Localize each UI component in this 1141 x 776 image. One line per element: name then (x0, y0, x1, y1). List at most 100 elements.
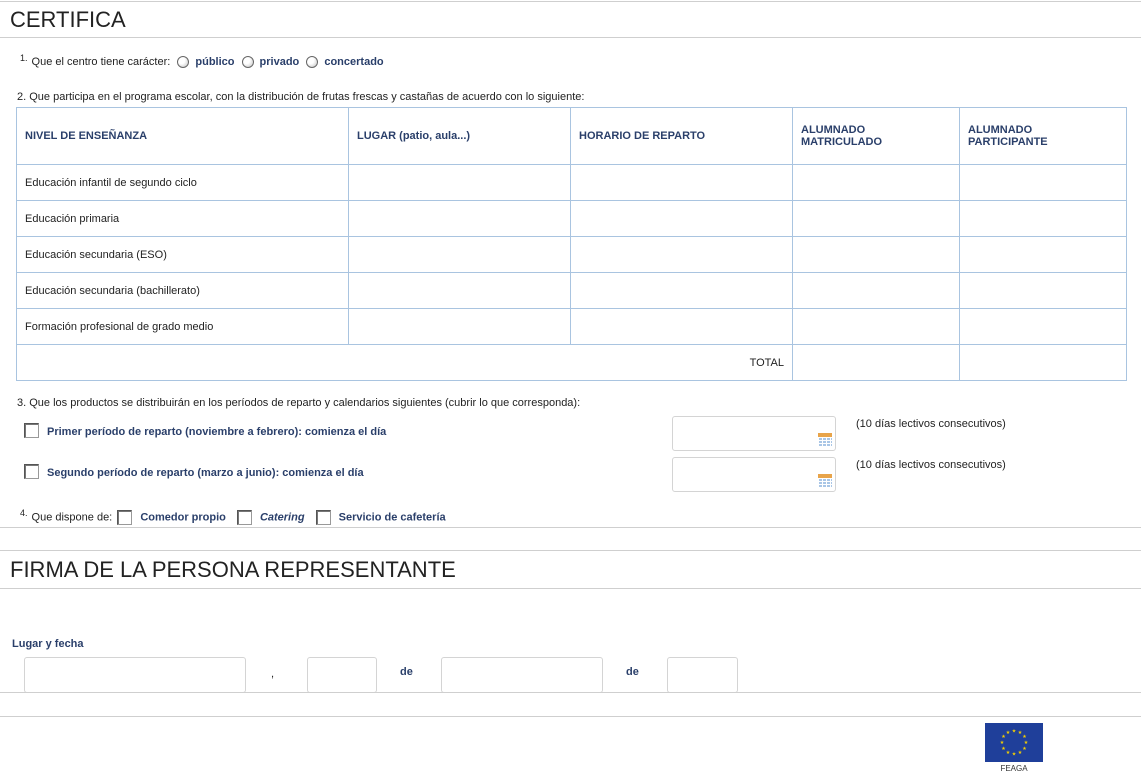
table-row: Formación profesional de grado medio (16, 308, 1127, 345)
lugar-input[interactable] (348, 236, 571, 273)
feaga-caption: FEAGA (1000, 764, 1028, 773)
period-1-date-input[interactable] (672, 416, 836, 451)
lugar-input[interactable] (348, 164, 571, 201)
svg-text:★: ★ (1012, 729, 1017, 735)
matriculado-input[interactable] (792, 308, 960, 345)
header-participante: ALUMNADO PARTICIPANTE (959, 107, 1127, 165)
question-4: 4. Que dispone de: Comedor propio Caterin… (20, 508, 446, 525)
radio-privado-label: privado (259, 56, 300, 68)
de-label-1: de (400, 666, 413, 678)
section-title-certifica: CERTIFICA (10, 7, 126, 32)
question-2-label: 2. Que participa en el programa escolar,… (17, 91, 585, 103)
section-title-firma: FIRMA DE LA PERSONA REPRESENTANTE (10, 557, 456, 582)
period-1-label: Primer período de reparto (noviembre a f… (47, 426, 387, 438)
divider (0, 1, 1141, 2)
total-participante-input[interactable] (959, 344, 1127, 381)
question-4-label: Que dispone de: (31, 511, 113, 524)
lugar-fecha-label: Lugar y fecha (12, 638, 84, 650)
question-3-label: 3. Que los productos se distribuirán en … (17, 397, 581, 409)
question-number: 4. (20, 508, 28, 519)
question-1-label: Que el centro tiene carácter: (31, 56, 171, 68)
period-2-date-input[interactable] (672, 457, 836, 492)
svg-text:★: ★ (1006, 730, 1011, 736)
period-1-checkbox[interactable] (24, 423, 39, 439)
total-label: TOTAL (16, 344, 793, 381)
horario-input[interactable] (570, 308, 793, 345)
calendar-icon[interactable] (818, 474, 832, 487)
comedor-checkbox[interactable] (117, 510, 133, 525)
participante-input[interactable] (959, 272, 1127, 309)
table-header-row: NIVEL DE ENSEÑANZA LUGAR (patio, aula...… (16, 107, 1127, 165)
header-matriculado: ALUMNADO MATRICULADO (792, 107, 960, 165)
header-nivel: NIVEL DE ENSEÑANZA (16, 107, 349, 165)
horario-input[interactable] (570, 200, 793, 237)
svg-text:★: ★ (1018, 750, 1023, 756)
horario-input[interactable] (570, 272, 793, 309)
divider (0, 692, 1141, 693)
matriculado-input[interactable] (792, 164, 960, 201)
radio-concertado[interactable] (306, 56, 319, 69)
horario-input[interactable] (570, 164, 793, 201)
divider (0, 550, 1141, 551)
divider (0, 37, 1141, 38)
participante-input[interactable] (959, 236, 1127, 273)
table-row: Educación secundaria (bachillerato) (16, 272, 1127, 309)
question-1: 1. Que el centro tiene carácter: público … (20, 53, 384, 69)
matriculado-input[interactable] (792, 200, 960, 237)
table-row: Educación primaria (16, 200, 1127, 237)
catering-checkbox[interactable] (236, 510, 252, 525)
matriculado-input[interactable] (792, 236, 960, 273)
participante-input[interactable] (959, 164, 1127, 201)
question-number: 1. (20, 53, 28, 63)
svg-text:★: ★ (1012, 752, 1017, 758)
period-1-note: (10 días lectivos consecutivos) (856, 418, 1006, 430)
radio-privado[interactable] (241, 56, 254, 69)
de-label-2: de (626, 666, 639, 678)
catering-label: Catering (259, 511, 305, 524)
svg-text:★: ★ (1001, 746, 1006, 752)
horario-input[interactable] (570, 236, 793, 273)
lugar-input[interactable] (348, 200, 571, 237)
row-label: Educación secundaria (bachillerato) (16, 272, 349, 309)
header-horario: HORARIO DE REPARTO (570, 107, 793, 165)
participante-input[interactable] (959, 200, 1127, 237)
calendar-icon[interactable] (818, 433, 832, 446)
table-row: Educación secundaria (ESO) (16, 236, 1127, 273)
header-lugar: LUGAR (patio, aula...) (348, 107, 571, 165)
cafeteria-checkbox[interactable] (315, 510, 331, 525)
lugar-input[interactable] (348, 308, 571, 345)
total-matriculado-input[interactable] (792, 344, 960, 381)
table-total-row: TOTAL (16, 344, 1127, 381)
row-label: Educación primaria (16, 200, 349, 237)
lugar-input[interactable] (348, 272, 571, 309)
eu-flag-icon: ★ ★ ★ ★ ★ ★ ★ ★ ★ ★ ★ ★ (985, 723, 1043, 762)
period-2: Segundo período de reparto (marzo a juni… (20, 463, 364, 481)
comedor-label: Comedor propio (140, 511, 226, 524)
cafeteria-label: Servicio de cafetería (338, 511, 446, 524)
table-row: Educación infantil de segundo ciclo (16, 164, 1127, 201)
row-label: Educación infantil de segundo ciclo (16, 164, 349, 201)
distribution-table: NIVEL DE ENSEÑANZA LUGAR (patio, aula...… (16, 107, 1127, 381)
radio-concertado-label: concertado (324, 56, 384, 68)
comma-separator: , (271, 668, 275, 680)
row-label: Formación profesional de grado medio (16, 308, 349, 345)
anio-input[interactable] (667, 657, 738, 693)
divider (0, 716, 1141, 717)
dia-input[interactable] (307, 657, 377, 693)
row-label: Educación secundaria (ESO) (16, 236, 349, 273)
divider (0, 588, 1141, 589)
period-1: Primer período de reparto (noviembre a f… (20, 422, 386, 440)
svg-text:★: ★ (1022, 746, 1027, 752)
radio-publico-label: público (195, 56, 235, 68)
period-2-note: (10 días lectivos consecutivos) (856, 459, 1006, 471)
period-2-label: Segundo período de reparto (marzo a juni… (47, 467, 364, 479)
divider (0, 527, 1141, 528)
participante-input[interactable] (959, 308, 1127, 345)
period-2-checkbox[interactable] (24, 464, 39, 480)
mes-input[interactable] (441, 657, 603, 693)
radio-publico[interactable] (177, 56, 190, 69)
svg-text:★: ★ (1000, 740, 1005, 746)
matriculado-input[interactable] (792, 272, 960, 309)
svg-text:★: ★ (1006, 750, 1011, 756)
lugar-input[interactable] (24, 657, 246, 693)
